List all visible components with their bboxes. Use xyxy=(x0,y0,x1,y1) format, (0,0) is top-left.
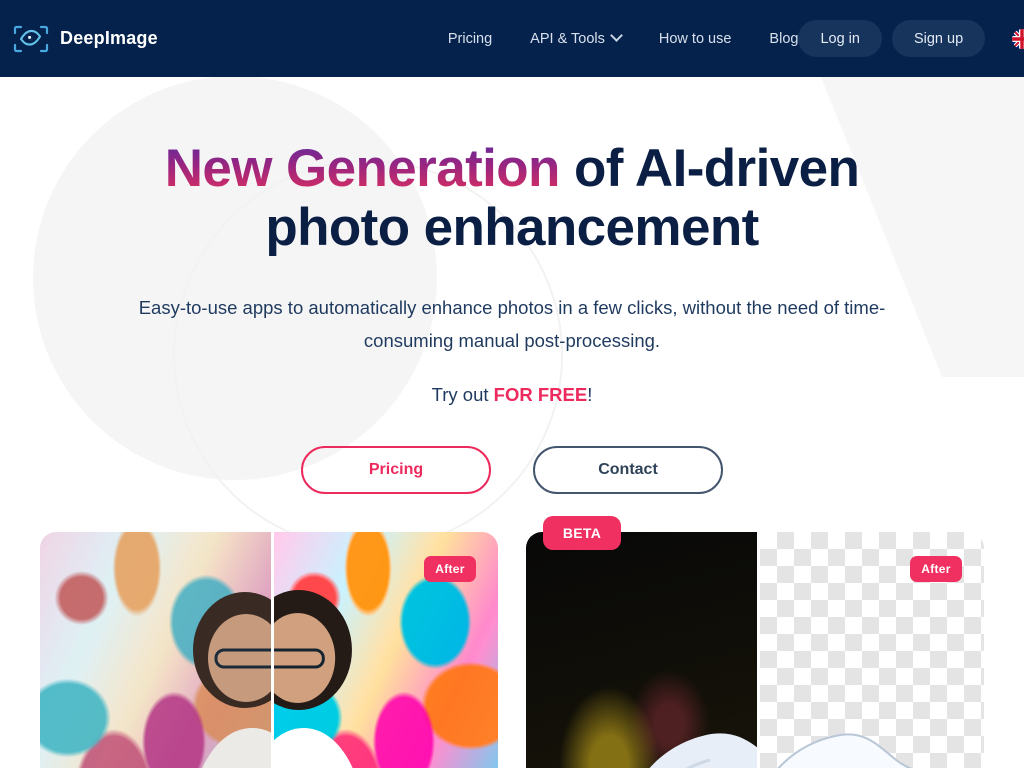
sneaker-dark-before xyxy=(526,532,757,768)
showcase-cards: After BETA After xyxy=(0,516,1024,768)
headline-highlight: New Generation xyxy=(164,139,561,198)
hero-section: New Generation of AI-driven photo enhanc… xyxy=(0,77,1024,494)
beta-badge: BETA xyxy=(543,516,621,550)
nav-link-blog[interactable]: Blog xyxy=(769,31,798,47)
nav-actions: Log in Sign up xyxy=(798,20,1024,57)
after-badge: After xyxy=(910,556,962,582)
nav-link-pricing[interactable]: Pricing xyxy=(448,31,492,47)
nav-link-pricing-label: Pricing xyxy=(447,30,493,47)
login-button[interactable]: Log in xyxy=(798,20,882,57)
try-out-prefix: Try out xyxy=(431,384,494,405)
for-free-emphasis: FOR FREE xyxy=(493,384,588,405)
eye-scan-logo-icon xyxy=(12,24,50,54)
headline-line-two: photo enhancement xyxy=(265,198,759,257)
uk-flag-icon xyxy=(1012,28,1024,49)
nav-link-how-to-use[interactable]: How to use xyxy=(659,31,732,47)
try-out-suffix: ! xyxy=(587,384,593,405)
nav-link-how-to-use-label: How to use xyxy=(658,30,732,47)
nav-link-blog-label: Blog xyxy=(769,30,799,47)
photo-enhance-comparison-card[interactable]: After xyxy=(40,532,498,768)
headline-rest: of AI-driven xyxy=(559,139,860,198)
landing-page: DeepImage Pricing API & Tools How to use… xyxy=(0,0,1024,768)
background-removal-comparison-card[interactable]: BETA After xyxy=(526,516,984,768)
contact-button[interactable]: Contact xyxy=(533,446,723,494)
cta-button-row: Pricing Contact xyxy=(0,446,1024,494)
try-out-line: Try out FOR FREE! xyxy=(0,384,1024,406)
nav-link-api-tools[interactable]: API & Tools xyxy=(530,29,623,47)
signup-button[interactable]: Sign up xyxy=(891,20,986,57)
language-selector[interactable] xyxy=(1012,28,1024,49)
brand-name: DeepImage xyxy=(60,28,158,48)
nav-link-api-tools-label: API & Tools xyxy=(530,30,605,47)
before-image-panel xyxy=(40,532,271,768)
graffiti-wall-before xyxy=(40,532,271,768)
brand-logo[interactable]: DeepImage xyxy=(12,24,158,54)
after-badge: After xyxy=(424,556,476,582)
chevron-down-icon xyxy=(610,29,623,42)
hero-subtitle: Easy-to-use apps to automatically enhanc… xyxy=(138,297,886,351)
top-navigation-bar: DeepImage Pricing API & Tools How to use… xyxy=(0,0,1024,77)
primary-nav-links: Pricing API & Tools How to use Blog xyxy=(448,29,798,47)
before-image-panel xyxy=(526,532,757,768)
pricing-button[interactable]: Pricing xyxy=(301,446,491,494)
page-title: New Generation of AI-driven photo enhanc… xyxy=(117,139,907,257)
